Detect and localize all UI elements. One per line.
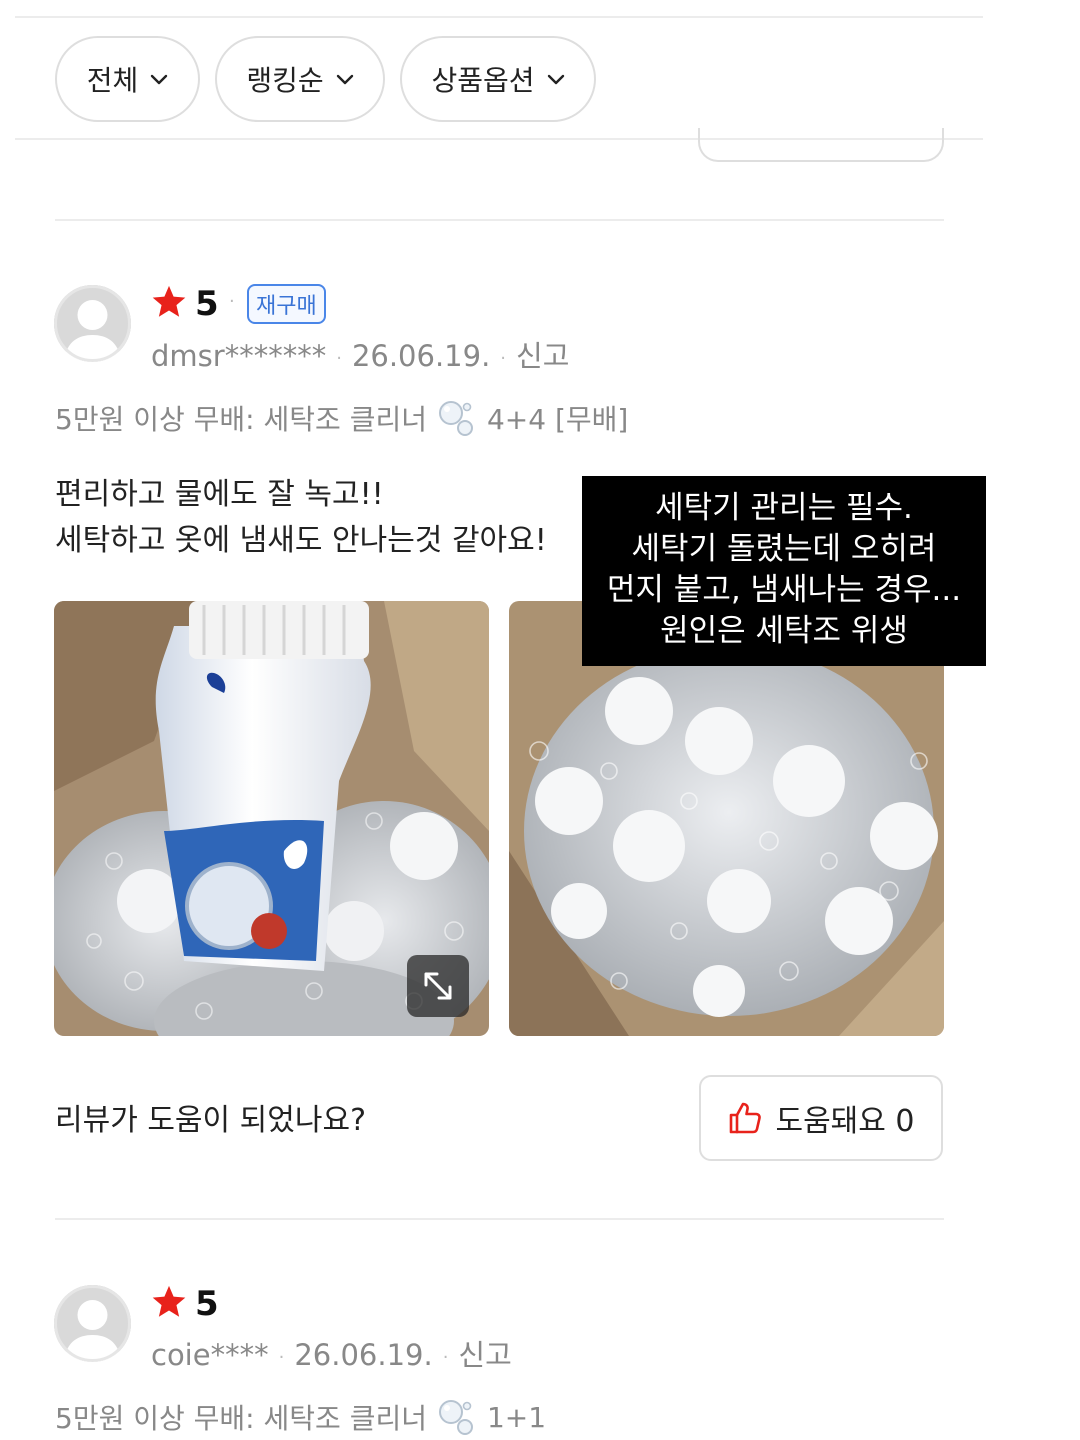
- review-body: 편리하고 물에도 잘 녹고!! 세탁하고 옷에 냄새도 안나는것 같아요!: [55, 472, 547, 564]
- review-meta: dmsr******* · 26.06.19. · 신고: [151, 333, 569, 375]
- avatar-placeholder-icon: [54, 1285, 131, 1362]
- report-link[interactable]: 신고: [516, 333, 569, 375]
- helpful-question: 리뷰가 도움이 되었나요?: [55, 1103, 366, 1138]
- thumbs-up-icon: [730, 1102, 762, 1134]
- review-photo[interactable]: [509, 601, 944, 1036]
- option-name: 5만원 이상 무배: 세탁조 클리너: [55, 403, 427, 436]
- review-date: 26.06.19.: [351, 339, 491, 373]
- avatar: [54, 285, 131, 362]
- filter-ranking-label: 랭킹순: [246, 64, 324, 97]
- star-icon: [152, 285, 186, 317]
- review-date: 26.06.19.: [294, 1338, 433, 1372]
- rating-value: 5: [195, 284, 219, 324]
- caption-line: 세탁기 관리는 필수.: [655, 490, 913, 526]
- option-name: 5만원 이상 무배: 세탁조 클리너: [55, 1402, 427, 1435]
- filter-all-button[interactable]: 전체: [55, 36, 200, 122]
- filter-all-label: 전체: [86, 64, 139, 97]
- caption-line: 세탁기 돌렸는데 오히려: [631, 531, 937, 567]
- caption-line: 먼지 붙고, 냄새나는 경우...: [606, 572, 962, 608]
- caption-line: 원인은 세탁조 위생: [660, 613, 908, 649]
- star-icon: [152, 1285, 186, 1317]
- avatar: [54, 1285, 131, 1362]
- bubbles-icon: [438, 401, 473, 436]
- separator-dot: ·: [229, 291, 235, 312]
- review-divider: [55, 219, 944, 221]
- rating-value: 5: [195, 1284, 219, 1324]
- review-divider: [55, 1218, 944, 1220]
- purchased-option: 5만원 이상 무배: 세탁조 클리너 1+1: [55, 1397, 546, 1437]
- review-photo-image: [509, 601, 944, 1036]
- photo-caption-overlay: 세탁기 관리는 필수. 세탁기 돌렸는데 오히려 먼지 붙고, 냄새나는 경우.…: [582, 476, 986, 666]
- filter-option-button[interactable]: 상품옵션: [400, 36, 596, 122]
- review-text-line: 세탁하고 옷에 냄새도 안나는것 같아요!: [55, 523, 547, 558]
- separator-dot: ·: [442, 1346, 449, 1368]
- username: coie****: [151, 1338, 269, 1372]
- option-quantity: 1+1: [486, 1400, 547, 1434]
- chevron-down-icon: [151, 74, 168, 85]
- filter-bar: 전체 랭킹순 상품옵션: [15, 18, 983, 140]
- filter-option-label: 상품옵션: [431, 64, 535, 97]
- bubbles-icon: [438, 1400, 473, 1435]
- username: dmsr*******: [151, 339, 327, 373]
- option-quantity: 4+4 [무배]: [486, 403, 629, 436]
- review-meta: coie**** · 26.06.19. · 신고: [151, 1332, 512, 1374]
- helpful-label: 도움돼요 0: [775, 1104, 915, 1139]
- separator-dot: ·: [336, 347, 342, 369]
- repurchase-badge: 재구매: [247, 284, 326, 324]
- expand-photo-button[interactable]: [407, 955, 469, 1017]
- filter-ranking-button[interactable]: 랭킹순: [215, 36, 385, 122]
- separator-dot: ·: [278, 1346, 285, 1368]
- chevron-down-icon: [547, 74, 564, 85]
- separator-dot: ·: [500, 347, 507, 369]
- partially-hidden-button[interactable]: [698, 128, 944, 162]
- expand-icon: [424, 972, 452, 1000]
- review-text-line: 편리하고 물에도 잘 녹고!!: [55, 477, 384, 512]
- purchased-option: 5만원 이상 무배: 세탁조 클리너 4+4 [무배]: [55, 398, 628, 438]
- report-link[interactable]: 신고: [458, 1332, 511, 1374]
- helpful-button[interactable]: 도움돼요 0: [699, 1075, 943, 1161]
- avatar-placeholder-icon: [54, 285, 131, 362]
- chevron-down-icon: [336, 74, 353, 85]
